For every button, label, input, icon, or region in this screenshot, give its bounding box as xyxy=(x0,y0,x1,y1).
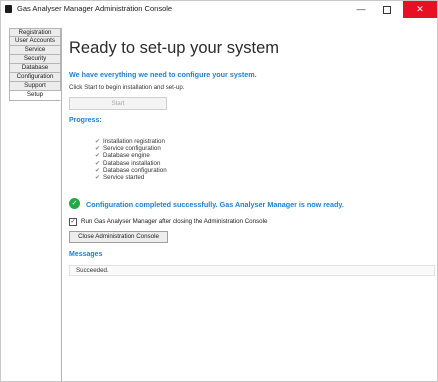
tab-user-accounts[interactable]: User Accounts xyxy=(9,37,61,46)
maximize-icon xyxy=(383,5,391,14)
instruction-text: Click Start to begin installation and se… xyxy=(69,84,185,91)
tab-setup[interactable]: Setup xyxy=(9,91,61,101)
sidebar-tabs: Registration User Accounts Service Secur… xyxy=(9,28,61,101)
messages-label: Messages xyxy=(69,251,103,258)
progress-step: ✔ Database configuration xyxy=(95,167,167,174)
step-label: Installation registration xyxy=(103,138,165,145)
title-bar: Gas Analyser Manager Administration Cons… xyxy=(1,1,437,18)
minimize-button[interactable]: — xyxy=(348,1,374,18)
app-icon xyxy=(5,5,12,13)
tab-service[interactable]: Service xyxy=(9,46,61,55)
step-label: Database engine xyxy=(103,152,150,160)
run-after-close-label[interactable]: Run Gas Analyser Manager after closing t… xyxy=(81,218,267,225)
window-title: Gas Analyser Manager Administration Cons… xyxy=(17,4,173,13)
progress-step: ✔ Installation registration xyxy=(95,138,167,145)
step-label: Database configuration xyxy=(103,166,167,174)
success-message: Configuration completed successfully. Ga… xyxy=(86,200,344,209)
start-button[interactable]: Start xyxy=(69,97,167,110)
progress-label: Progress: xyxy=(69,117,102,124)
progress-step: ✔ Service started xyxy=(95,174,167,181)
run-after-close-checkbox[interactable]: ✓ xyxy=(69,218,77,226)
page-title: Ready to set-up your system xyxy=(69,39,280,57)
close-window-button[interactable]: ✕ xyxy=(403,1,437,18)
step-label: Service started xyxy=(103,173,145,181)
check-icon: ✔ xyxy=(95,174,101,181)
tab-configuration[interactable]: Configuration xyxy=(9,73,61,82)
sidebar-divider xyxy=(61,28,62,382)
tab-support[interactable]: Support xyxy=(9,82,61,91)
progress-steps-list: ✔ Installation registration ✔ Service conf… xyxy=(95,138,167,181)
progress-step: ✔ Database installation xyxy=(95,160,167,167)
progress-step: ✔ Database engine xyxy=(95,152,167,159)
progress-step: ✔ Service configuration xyxy=(95,145,167,152)
close-console-button[interactable]: Close Administration Console xyxy=(69,231,168,243)
step-label: Service configuration xyxy=(103,145,161,153)
page-subheading: We have everything we need to configure … xyxy=(69,70,257,79)
success-check-icon: ✓ xyxy=(69,198,80,209)
tab-database[interactable]: Database xyxy=(9,64,61,73)
maximize-button[interactable] xyxy=(374,1,400,18)
tab-security[interactable]: Security xyxy=(9,55,61,64)
tab-registration[interactable]: Registration xyxy=(9,28,61,37)
message-entry: Succeeded. xyxy=(69,265,435,276)
step-label: Database installation xyxy=(103,159,161,167)
admin-console-window: Gas Analyser Manager Administration Cons… xyxy=(0,0,438,382)
